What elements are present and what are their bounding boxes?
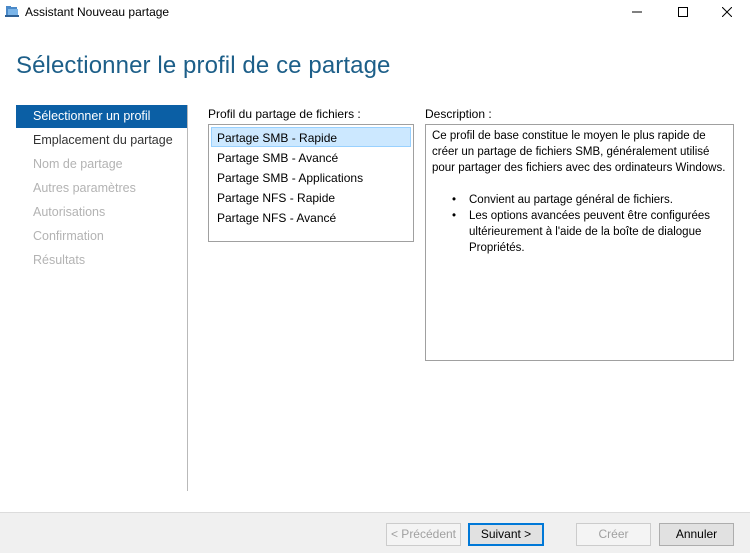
description-box: Ce profil de base constitue le moyen le … bbox=[425, 124, 734, 361]
footer-bar: < Précédent Suivant > Créer Annuler bbox=[0, 512, 750, 553]
nav-item-confirmation: Confirmation bbox=[33, 229, 104, 243]
nav-item-share-name: Nom de partage bbox=[33, 157, 123, 171]
profile-item-smb-applications[interactable]: Partage SMB - Applications bbox=[211, 167, 411, 187]
nav-item-results: Résultats bbox=[33, 253, 86, 267]
next-button[interactable]: Suivant > bbox=[468, 523, 544, 546]
maximize-button[interactable] bbox=[660, 0, 706, 24]
minimize-button[interactable] bbox=[614, 0, 660, 24]
description-bullets: Convient au partage général de fichiers.… bbox=[432, 192, 727, 256]
nav-divider bbox=[187, 105, 188, 491]
profile-list-label: Profil du partage de fichiers : bbox=[208, 107, 361, 121]
description-bullet: Les options avancées peuvent être config… bbox=[440, 208, 727, 256]
cancel-button[interactable]: Annuler bbox=[659, 523, 734, 546]
nav-item-permissions: Autorisations bbox=[33, 205, 106, 219]
window-title: Assistant Nouveau partage bbox=[25, 5, 170, 19]
nav-item-other-settings: Autres paramètres bbox=[33, 181, 136, 195]
close-button[interactable] bbox=[704, 0, 750, 24]
description-intro: Ce profil de base constitue le moyen le … bbox=[432, 130, 726, 174]
minimize-icon bbox=[632, 11, 642, 13]
nav-item-select-profile[interactable]: Sélectionner un profil bbox=[16, 105, 187, 128]
wizard-nav: Sélectionner un profil Emplacement du pa… bbox=[16, 105, 187, 272]
nav-item-share-location[interactable]: Emplacement du partage bbox=[16, 128, 187, 152]
title-bar: Assistant Nouveau partage bbox=[0, 0, 750, 24]
create-button[interactable]: Créer bbox=[576, 523, 651, 546]
close-icon bbox=[722, 7, 732, 17]
profile-item-nfs-advanced[interactable]: Partage NFS - Avancé bbox=[211, 207, 411, 227]
profile-item-smb-advanced[interactable]: Partage SMB - Avancé bbox=[211, 147, 411, 167]
profile-item-nfs-quick[interactable]: Partage NFS - Rapide bbox=[211, 187, 411, 207]
page-title: Sélectionner le profil de ce partage bbox=[16, 52, 391, 79]
share-folder-icon bbox=[5, 4, 19, 18]
previous-button[interactable]: < Précédent bbox=[386, 523, 461, 546]
profile-list[interactable]: Partage SMB - Rapide Partage SMB - Avanc… bbox=[208, 124, 414, 242]
description-label: Description : bbox=[425, 107, 492, 121]
profile-item-smb-quick[interactable]: Partage SMB - Rapide bbox=[211, 127, 411, 147]
maximize-icon bbox=[678, 7, 688, 17]
description-bullet: Convient au partage général de fichiers. bbox=[440, 192, 727, 208]
